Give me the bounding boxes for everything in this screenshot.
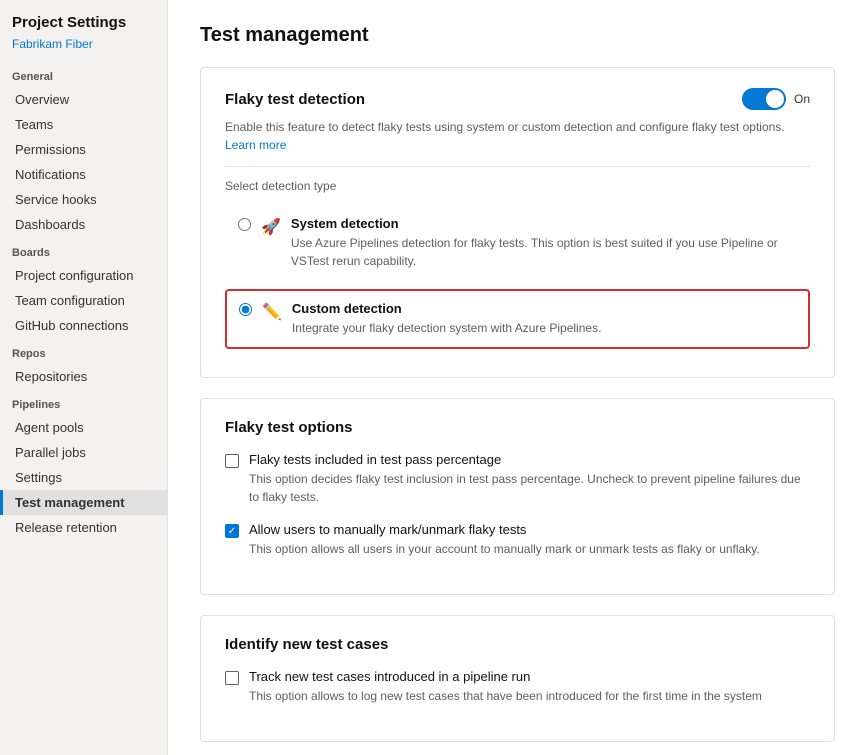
sidebar-section-boards: Boards <box>0 237 167 263</box>
flaky-detection-header: Flaky test detection On <box>225 88 810 110</box>
system-detection-option: 🚀 System detection Use Azure Pipelines d… <box>225 205 810 281</box>
sidebar-item-settings[interactable]: Settings <box>0 465 167 490</box>
custom-detection-title: Custom detection <box>292 301 796 316</box>
allow-manual-mark-option: ✓ Allow users to manually mark/unmark fl… <box>225 522 810 558</box>
sidebar-item-notifications[interactable]: Notifications <box>0 162 167 187</box>
flaky-include-option: Flaky tests included in test pass percen… <box>225 452 810 506</box>
allow-manual-mark-content: Allow users to manually mark/unmark flak… <box>249 522 810 558</box>
sidebar-item-team-configuration[interactable]: Team configuration <box>0 288 167 313</box>
sidebar-section-pipelines: Pipelines <box>0 389 167 415</box>
flaky-detection-title: Flaky test detection <box>225 91 365 108</box>
sidebar: Project Settings Fabrikam Fiber GeneralO… <box>0 0 168 755</box>
sidebar-item-release-retention[interactable]: Release retention <box>0 515 167 540</box>
sidebar-item-parallel-jobs[interactable]: Parallel jobs <box>0 440 167 465</box>
identify-new-title: Identify new test cases <box>225 636 810 653</box>
flaky-include-desc: This option decides flaky test inclusion… <box>249 470 810 506</box>
flaky-detection-desc: Enable this feature to detect flaky test… <box>225 118 810 154</box>
sidebar-org[interactable]: Fabrikam Fiber <box>0 37 167 61</box>
flaky-include-content: Flaky tests included in test pass percen… <box>249 452 810 506</box>
pencil-icon: ✏️ <box>262 302 282 322</box>
sidebar-item-teams[interactable]: Teams <box>0 112 167 137</box>
sidebar-item-test-management[interactable]: Test management <box>0 490 167 515</box>
flaky-detection-card: Flaky test detection On Enable this feat… <box>200 67 835 378</box>
sidebar-item-github-connections[interactable]: GitHub connections <box>0 313 167 338</box>
custom-detection-option: ✏️ Custom detection Integrate your flaky… <box>225 289 810 349</box>
sidebar-section-repos: Repos <box>0 338 167 364</box>
allow-manual-mark-title: Allow users to manually mark/unmark flak… <box>249 522 810 537</box>
allow-manual-mark-desc: This option allows all users in your acc… <box>249 540 810 558</box>
detection-type-label: Select detection type <box>225 179 810 193</box>
custom-detection-content: Custom detection Integrate your flaky de… <box>292 301 796 337</box>
track-new-checkbox[interactable] <box>225 671 239 685</box>
sidebar-item-dashboards[interactable]: Dashboards <box>0 212 167 237</box>
track-new-content: Track new test cases introduced in a pip… <box>249 669 810 705</box>
sidebar-item-service-hooks[interactable]: Service hooks <box>0 187 167 212</box>
system-detection-content: System detection Use Azure Pipelines det… <box>291 216 797 270</box>
track-new-option: Track new test cases introduced in a pip… <box>225 669 810 705</box>
track-new-desc: This option allows to log new test cases… <box>249 687 810 705</box>
sidebar-item-project-configuration[interactable]: Project configuration <box>0 263 167 288</box>
flaky-options-title: Flaky test options <box>225 419 810 436</box>
track-new-title: Track new test cases introduced in a pip… <box>249 669 810 684</box>
sidebar-section-general: General <box>0 61 167 87</box>
sidebar-item-permissions[interactable]: Permissions <box>0 137 167 162</box>
divider <box>225 166 810 167</box>
sidebar-item-overview[interactable]: Overview <box>0 87 167 112</box>
sidebar-item-agent-pools[interactable]: Agent pools <box>0 415 167 440</box>
main-content: Test management Flaky test detection On … <box>168 0 867 755</box>
flaky-options-card: Flaky test options Flaky tests included … <box>200 398 835 595</box>
toggle-label: On <box>794 92 810 106</box>
system-detection-radio[interactable] <box>238 218 251 231</box>
learn-more-link[interactable]: Learn more <box>225 138 286 152</box>
flaky-include-checkbox[interactable] <box>225 454 239 468</box>
identify-new-card: Identify new test cases Track new test c… <box>200 615 835 742</box>
sidebar-item-repositories[interactable]: Repositories <box>0 364 167 389</box>
allow-manual-mark-checkbox[interactable]: ✓ <box>225 524 239 538</box>
custom-detection-desc: Integrate your flaky detection system wi… <box>292 319 796 337</box>
system-detection-title: System detection <box>291 216 797 231</box>
sidebar-title: Project Settings <box>0 0 167 37</box>
flaky-detection-toggle[interactable] <box>742 88 786 110</box>
custom-detection-radio[interactable] <box>239 303 252 316</box>
system-detection-desc: Use Azure Pipelines detection for flaky … <box>291 234 797 270</box>
rocket-icon: 🚀 <box>261 217 281 237</box>
page-title: Test management <box>200 24 835 47</box>
flaky-include-title: Flaky tests included in test pass percen… <box>249 452 810 467</box>
toggle-container: On <box>742 88 810 110</box>
